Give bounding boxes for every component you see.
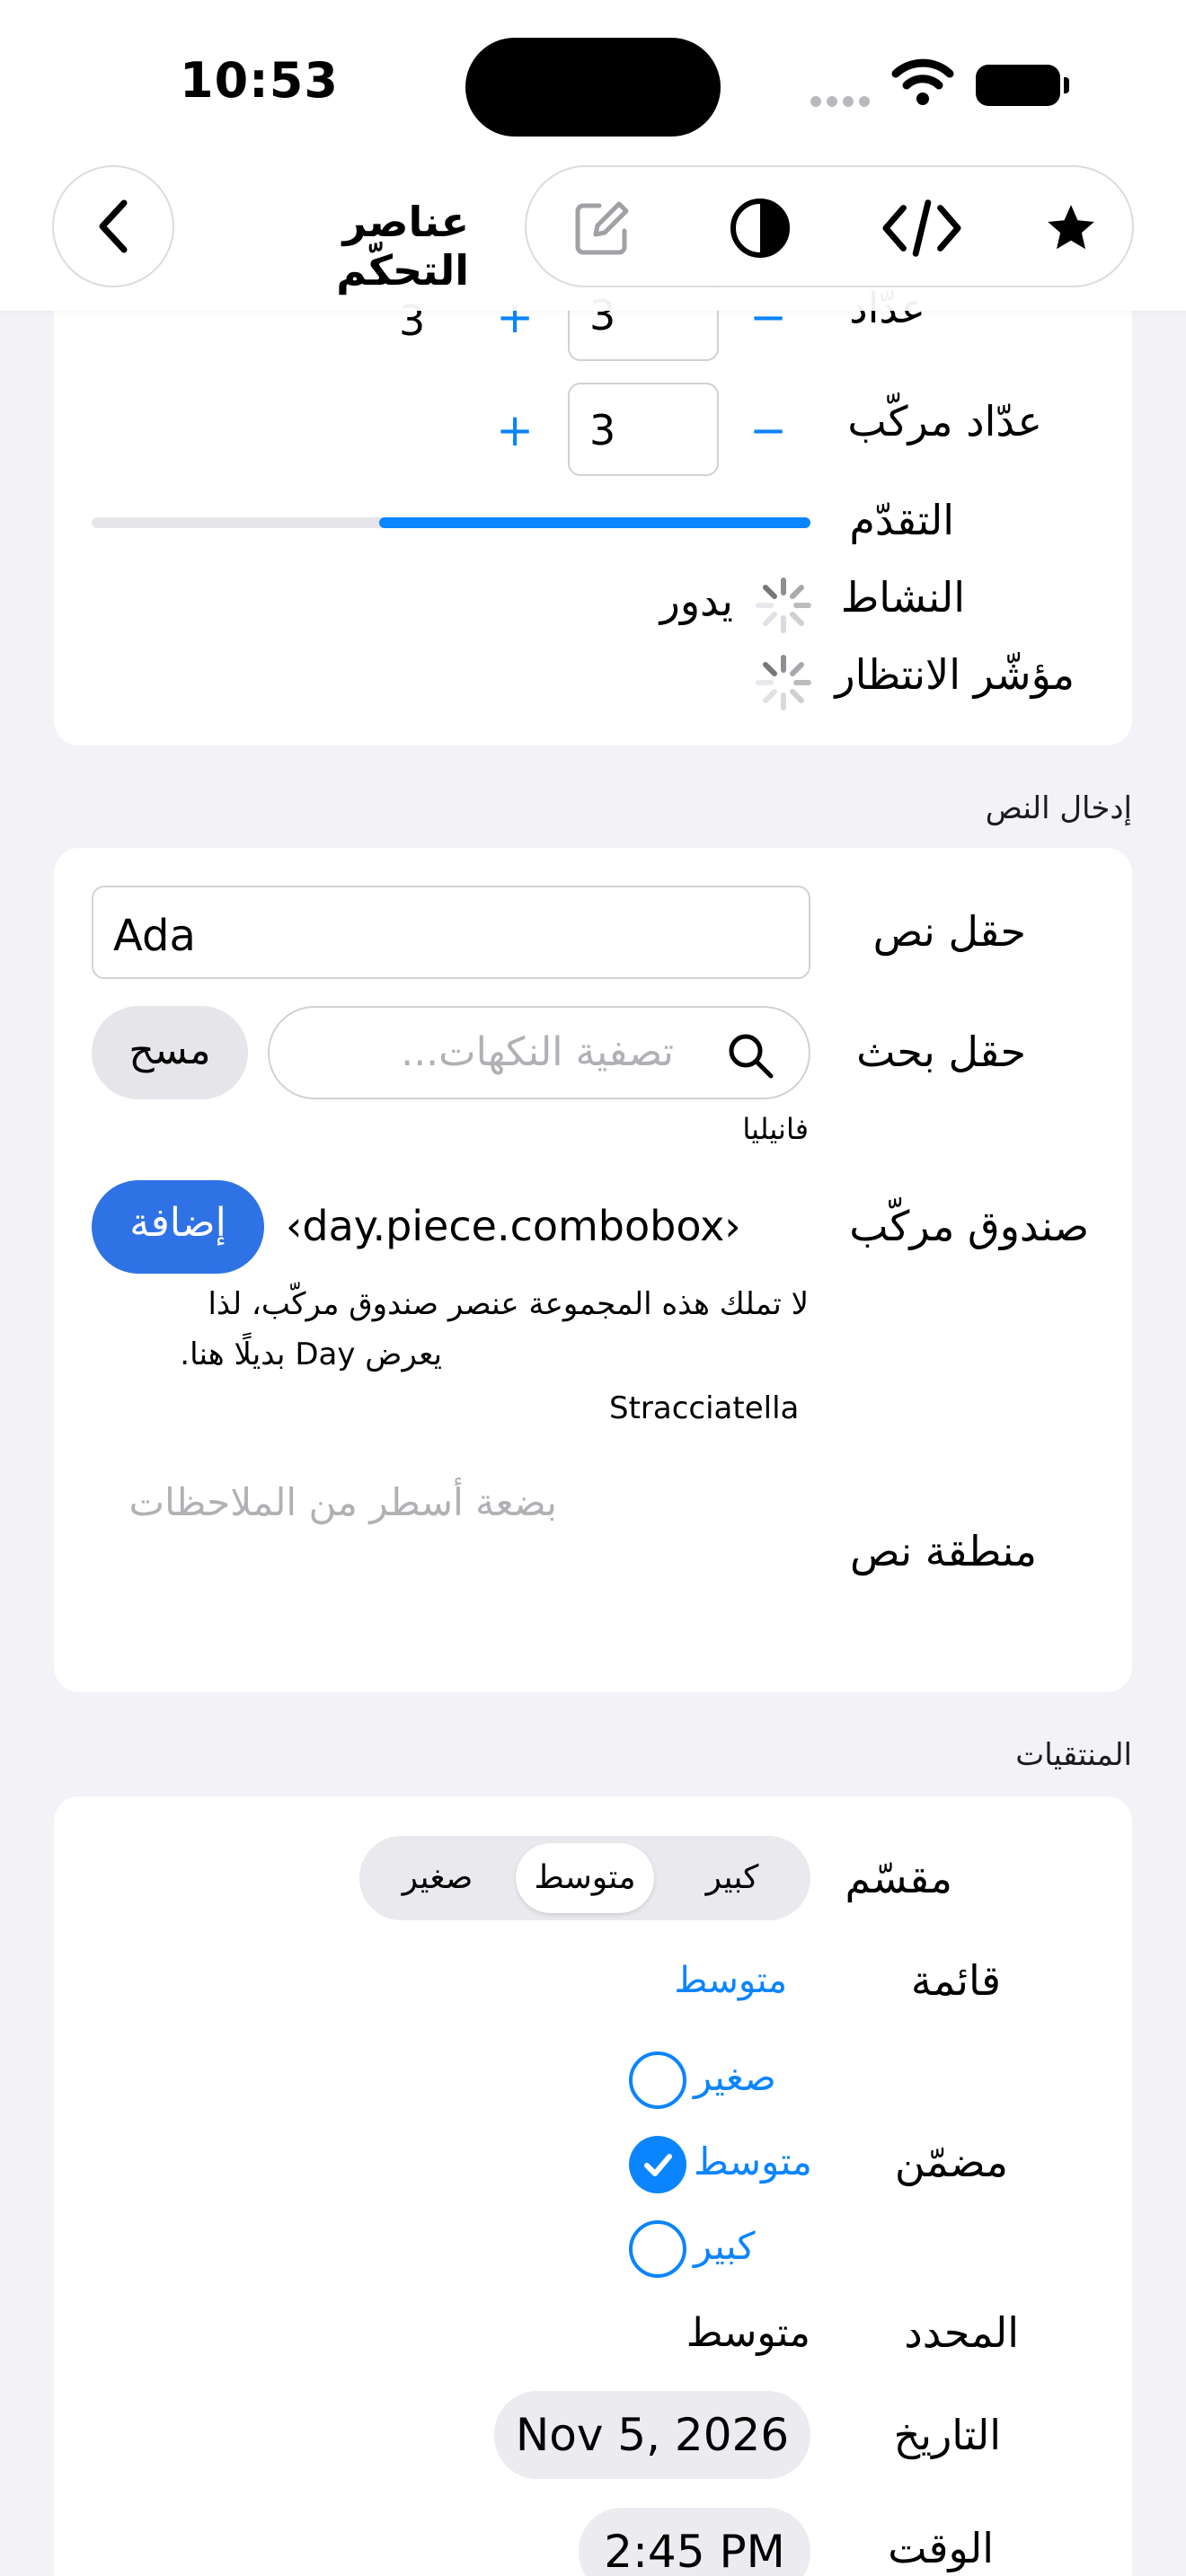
section-title-pickers: المنتقيات [1015,1737,1132,1773]
battery-icon [976,65,1069,106]
date-picker[interactable]: Nov 5, 2026 [494,2391,810,2479]
selected-label: المحدد [904,2308,1019,2357]
selected-value: متوسط [686,2310,810,2356]
search-result: فانيليا [742,1112,809,1146]
textfield-label: حقل نص [872,907,1026,956]
search-input[interactable]: تصفية النكهات... [268,1006,810,1099]
time-picker[interactable]: 2:45 PM [579,2508,810,2576]
segment-small[interactable]: صغير [368,1843,507,1913]
code-icon [882,199,961,257]
menu-picker-value[interactable]: متوسط [674,1960,787,2001]
segmented-control: كبير متوسط صغير [359,1836,810,1920]
inline-option-label: صغير [694,2055,776,2099]
add-button[interactable]: إضافة [92,1180,264,1274]
checkmark-icon [629,2136,686,2193]
name-textfield[interactable]: Ada [92,886,810,979]
combobox-value[interactable]: ‹day.piece.combobox› [286,1202,741,1250]
time-label: الوقت [888,2524,994,2572]
favorite-button[interactable] [1031,189,1111,268]
combobox-label: صندوق مركّب [849,1202,1089,1250]
chevron-left-icon [99,199,128,253]
contrast-icon [730,198,790,258]
compound-decrement-button[interactable]: − [749,404,787,456]
notes-textarea[interactable]: بضعة أسطر من الملاحظات [92,1473,810,1662]
progress-bar-fill [379,517,810,528]
star-icon [1048,205,1094,250]
appearance-button[interactable] [721,189,800,268]
navigation-bar: 10:53 عناصر التحكّم [0,0,1186,311]
combobox-note-line2: يعرض Day بديلًا هنا. [180,1337,442,1372]
wait-indicator-label: مؤشّر الانتظار [835,650,1075,699]
segmented-label: مقسّم [845,1854,952,1902]
dynamic-island [465,38,721,137]
edit-button[interactable] [562,189,642,268]
radio-unchecked-icon [629,2220,686,2278]
radio-unchecked-icon [629,2051,686,2109]
compound-counter-value[interactable]: 3 [568,383,719,476]
textarea-placeholder: بضعة أسطر من الملاحظات [128,1480,557,1524]
progress-bar [92,517,810,528]
compose-icon [575,201,629,255]
search-field-label: حقل بحث [856,1028,1026,1076]
activity-state: يدور [659,577,733,625]
combobox-note-line1: لا تملك هذه المجموعة عنصر صندوق مركّب، ل… [208,1286,809,1322]
combobox-selected: Stracciatella [609,1390,800,1426]
spinner-icon [756,655,811,710]
textarea-label: منطقة نص [850,1527,1037,1575]
section-title-text-input: إدخال النص [985,790,1132,826]
segment-medium[interactable]: متوسط [516,1843,654,1913]
spinner-icon [756,578,811,633]
compound-counter-label: عدّاد مركّب [847,397,1042,446]
toolbar [525,165,1134,287]
cellular-signal-icon [810,93,875,110]
inline-picker-label: مضمّن [894,2138,1008,2186]
inline-option-label: متوسط [694,2139,812,2183]
wifi-icon [891,58,954,105]
search-icon [729,1034,774,1079]
clear-button[interactable]: مسح [92,1006,248,1099]
search-placeholder: تصفية النكهات... [401,1029,674,1075]
code-button[interactable] [882,189,961,268]
back-button[interactable] [52,165,174,287]
menu-picker-label: قائمة [910,1956,1001,2005]
date-label: التاريخ [893,2411,1001,2459]
activity-label: النشاط [840,573,965,622]
page-title: عناصر التحكّم [336,198,469,295]
compound-increment-button[interactable]: + [496,404,534,456]
progress-label: التقدّم [849,496,954,544]
inline-option-label: كبير [694,2224,756,2268]
segment-large[interactable]: كبير [663,1843,801,1913]
status-time: 10:53 [180,52,339,109]
